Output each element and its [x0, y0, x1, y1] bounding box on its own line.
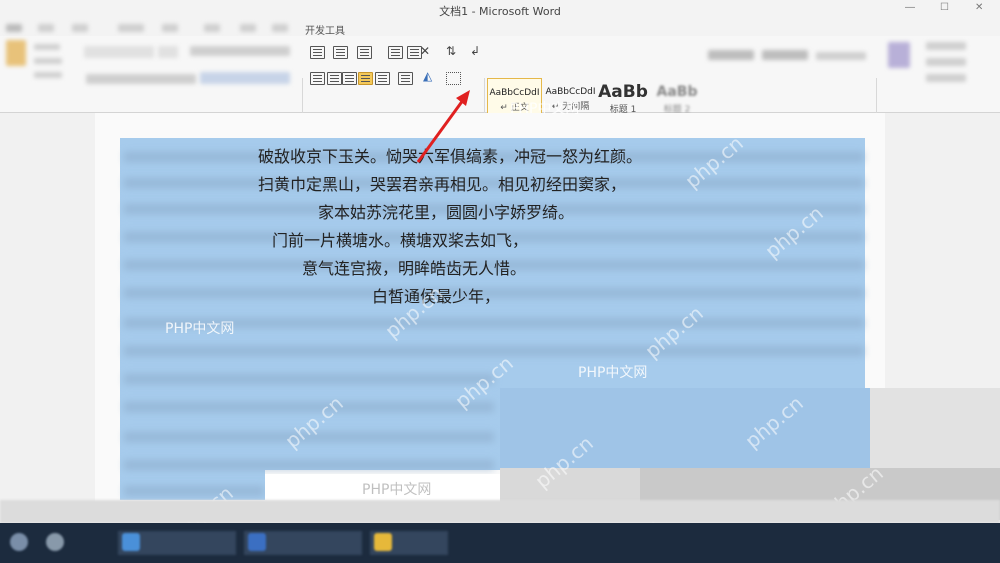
word-icon: [248, 533, 266, 551]
status-bar: [0, 500, 1000, 523]
taskbar: [0, 523, 1000, 563]
watermark-site: PHP中文网: [362, 482, 432, 498]
watermark-site: PHP中文网: [510, 101, 580, 117]
start-icon[interactable]: [10, 533, 28, 551]
watermark-site: PHP中文网: [578, 365, 648, 381]
watermark-site: PHP中文网: [165, 321, 235, 337]
browser-icon: [122, 533, 140, 551]
search-icon[interactable]: [46, 533, 64, 551]
folder-icon: [374, 533, 392, 551]
